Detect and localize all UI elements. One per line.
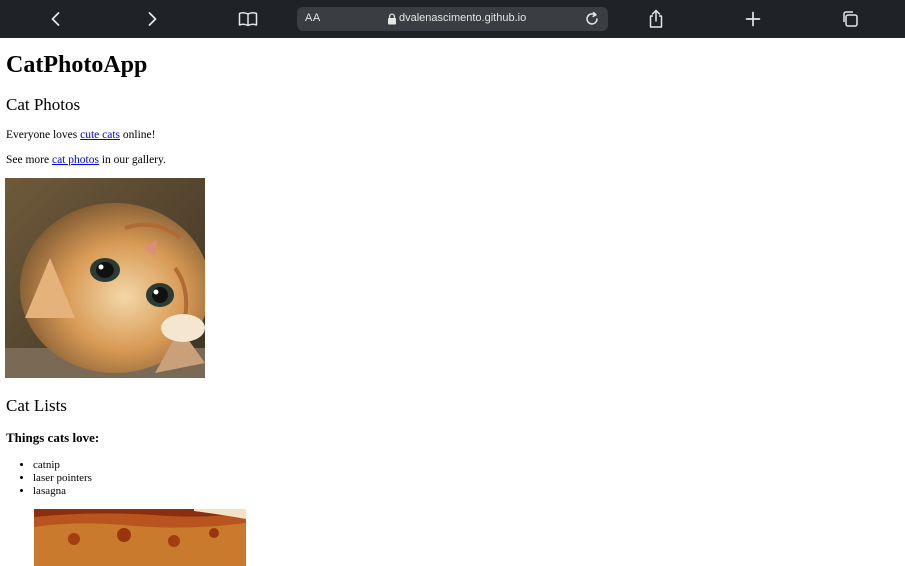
kitten-photo[interactable] [5, 178, 205, 378]
gallery-text-start: See more [6, 154, 52, 166]
cat-likes-list: catnip laser pointers lasagna [6, 459, 92, 498]
intro-text-start: Everyone loves [6, 129, 81, 141]
web-page: CatPhotoApp Cat Photos Everyone loves cu… [0, 38, 905, 566]
bookmarks-icon[interactable] [238, 9, 258, 29]
share-icon[interactable] [646, 9, 666, 29]
forward-icon[interactable] [142, 9, 162, 29]
cat-photos-link[interactable]: cat photos [52, 154, 99, 166]
lock-icon [385, 12, 399, 26]
add-tab-icon[interactable] [743, 9, 763, 29]
lasagna-photo [34, 509, 246, 566]
list-item: catnip [33, 459, 92, 472]
url-text: dvalenascimento.github.io [399, 12, 527, 24]
gallery-paragraph: See more cat photos in our gallery. [6, 154, 166, 166]
things-cats-love-heading: Things cats love: [6, 430, 100, 445]
intro-paragraph: Everyone loves cute cats online! [6, 129, 155, 141]
reader-settings-button[interactable]: AA [305, 12, 321, 24]
cat-lists-heading: Cat Lists [6, 396, 67, 415]
page-title: CatPhotoApp [6, 52, 148, 78]
reload-icon[interactable] [583, 10, 601, 28]
browser-toolbar: AA dvalenascimento.github.io [0, 0, 905, 38]
list-item: lasagna [33, 485, 92, 498]
gallery-text-end: in our gallery. [98, 154, 166, 166]
address-bar[interactable]: AA dvalenascimento.github.io [297, 7, 608, 31]
tabs-icon[interactable] [840, 9, 860, 29]
intro-text-end: online! [120, 129, 156, 141]
cat-photos-heading: Cat Photos [6, 95, 81, 114]
list-item: laser pointers [33, 472, 92, 485]
back-icon[interactable] [46, 9, 66, 29]
cute-cats-link[interactable]: cute cats [80, 129, 120, 141]
